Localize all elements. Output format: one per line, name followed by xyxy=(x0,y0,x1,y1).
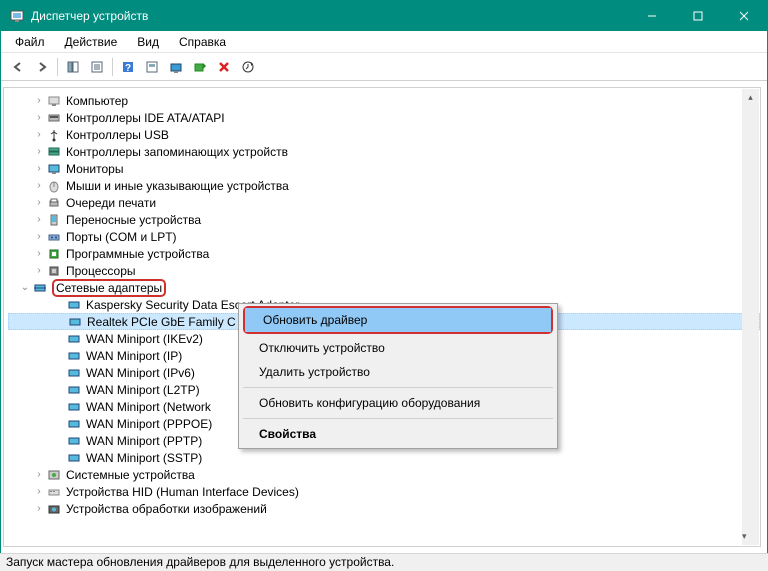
expander-icon[interactable]: › xyxy=(32,231,46,242)
system-icon xyxy=(46,467,62,483)
storage-icon xyxy=(46,144,62,160)
tree-item[interactable]: ›Порты (COM и LPT) xyxy=(8,228,760,245)
cpu-icon xyxy=(46,263,62,279)
expander-icon[interactable]: › xyxy=(32,469,46,480)
ctx-properties[interactable]: Свойства xyxy=(241,422,555,446)
adapter-icon xyxy=(66,450,82,466)
portable-icon xyxy=(46,212,62,228)
menu-action[interactable]: Действие xyxy=(55,33,128,51)
tree-item-network-adapters[interactable]: ⌄ Сетевые адаптеры xyxy=(8,279,760,296)
tree-item[interactable]: ›Мыши и иные указывающие устройства xyxy=(8,177,760,194)
menubar: Файл Действие Вид Справка xyxy=(1,31,767,53)
update-driver-button[interactable] xyxy=(165,56,187,78)
menu-file[interactable]: Файл xyxy=(5,33,55,51)
monitor-icon xyxy=(46,161,62,177)
tree-item[interactable]: ›Процессоры xyxy=(8,262,760,279)
adapter-icon xyxy=(66,297,82,313)
titlebar[interactable]: Диспетчер устройств xyxy=(1,1,767,31)
ctx-scan-hardware[interactable]: Обновить конфигурацию оборудования xyxy=(241,391,555,415)
ctx-update-driver[interactable]: Обновить драйвер xyxy=(245,308,551,332)
scan-hardware-button[interactable] xyxy=(141,56,163,78)
tree-item[interactable]: ›Устройства обработки изображений xyxy=(8,500,760,517)
adapter-icon xyxy=(66,416,82,432)
expander-icon[interactable]: › xyxy=(32,503,46,514)
adapter-icon xyxy=(66,331,82,347)
expander-icon[interactable]: › xyxy=(32,265,46,276)
tree-item[interactable]: ›Контроллеры запоминающих устройств xyxy=(8,143,760,160)
app-icon xyxy=(9,8,25,24)
imaging-icon xyxy=(46,501,62,517)
usb-icon xyxy=(46,127,62,143)
tree-item[interactable]: ›Системные устройства xyxy=(8,466,760,483)
expander-icon[interactable]: › xyxy=(32,112,46,123)
adapter-icon xyxy=(66,399,82,415)
disable-button[interactable] xyxy=(189,56,211,78)
tree-item[interactable]: WAN Miniport (SSTP) xyxy=(8,449,760,466)
tree-item[interactable]: ›Устройства HID (Human Interface Devices… xyxy=(8,483,760,500)
adapter-icon xyxy=(66,365,82,381)
status-text: Запуск мастера обновления драйверов для … xyxy=(6,555,394,569)
adapter-icon xyxy=(66,433,82,449)
tree-item[interactable]: ›Компьютер xyxy=(8,92,760,109)
mouse-icon xyxy=(46,178,62,194)
separator xyxy=(243,387,553,388)
ctx-delete-device[interactable]: Удалить устройство xyxy=(241,360,555,384)
expander-icon[interactable]: › xyxy=(32,214,46,225)
toolbar: ? xyxy=(1,53,767,81)
content-area: ›Компьютер ›Контроллеры IDE ATA/ATAPI ›К… xyxy=(1,81,767,553)
statusbar: Запуск мастера обновления драйверов для … xyxy=(0,553,768,571)
scroll-down-icon[interactable]: ▾ xyxy=(742,528,747,545)
scroll-up-icon[interactable]: ▴ xyxy=(742,89,759,106)
ide-icon xyxy=(46,110,62,126)
expander-icon[interactable]: › xyxy=(32,180,46,191)
adapter-icon xyxy=(67,314,83,330)
expander-icon[interactable]: › xyxy=(32,163,46,174)
tree-item[interactable]: ›Программные устройства xyxy=(8,245,760,262)
menu-view[interactable]: Вид xyxy=(127,33,169,51)
expander-icon[interactable]: ⌄ xyxy=(18,282,32,293)
hid-icon xyxy=(46,484,62,500)
separator xyxy=(243,418,553,419)
adapter-icon xyxy=(66,348,82,364)
software-icon xyxy=(46,246,62,262)
help-button[interactable]: ? xyxy=(117,56,139,78)
tree-item[interactable]: ›Переносные устройства xyxy=(8,211,760,228)
minimize-button[interactable] xyxy=(629,1,675,31)
expander-icon[interactable]: › xyxy=(32,95,46,106)
close-button[interactable] xyxy=(721,1,767,31)
expander-icon[interactable]: › xyxy=(32,486,46,497)
window-title: Диспетчер устройств xyxy=(31,9,629,23)
maximize-button[interactable] xyxy=(675,1,721,31)
computer-icon xyxy=(46,93,62,109)
refresh-button[interactable] xyxy=(237,56,259,78)
back-button[interactable] xyxy=(7,56,29,78)
expander-icon[interactable]: › xyxy=(32,129,46,140)
adapter-icon xyxy=(66,382,82,398)
context-menu: Обновить драйвер Отключить устройство Уд… xyxy=(238,303,558,449)
vertical-scrollbar[interactable]: ▴ ▾ xyxy=(742,89,759,545)
network-icon xyxy=(32,280,48,296)
port-icon xyxy=(46,229,62,245)
expander-icon[interactable]: › xyxy=(32,197,46,208)
tree-item[interactable]: ›Контроллеры IDE ATA/ATAPI xyxy=(8,109,760,126)
printer-icon xyxy=(46,195,62,211)
forward-button[interactable] xyxy=(31,56,53,78)
expander-icon[interactable]: › xyxy=(32,248,46,259)
expander-icon[interactable]: › xyxy=(32,146,46,157)
device-manager-window: Диспетчер устройств Файл Действие Вид Сп… xyxy=(0,0,768,554)
tree-item[interactable]: ›Мониторы xyxy=(8,160,760,177)
ctx-disable-device[interactable]: Отключить устройство xyxy=(241,336,555,360)
menu-help[interactable]: Справка xyxy=(169,33,236,51)
show-hide-tree-button[interactable] xyxy=(62,56,84,78)
uninstall-button[interactable] xyxy=(213,56,235,78)
properties-button[interactable] xyxy=(86,56,108,78)
svg-text:?: ? xyxy=(125,63,131,74)
tree-item[interactable]: ›Очереди печати xyxy=(8,194,760,211)
tree-item[interactable]: ›Контроллеры USB xyxy=(8,126,760,143)
device-tree[interactable]: ›Компьютер ›Контроллеры IDE ATA/ATAPI ›К… xyxy=(3,87,761,547)
